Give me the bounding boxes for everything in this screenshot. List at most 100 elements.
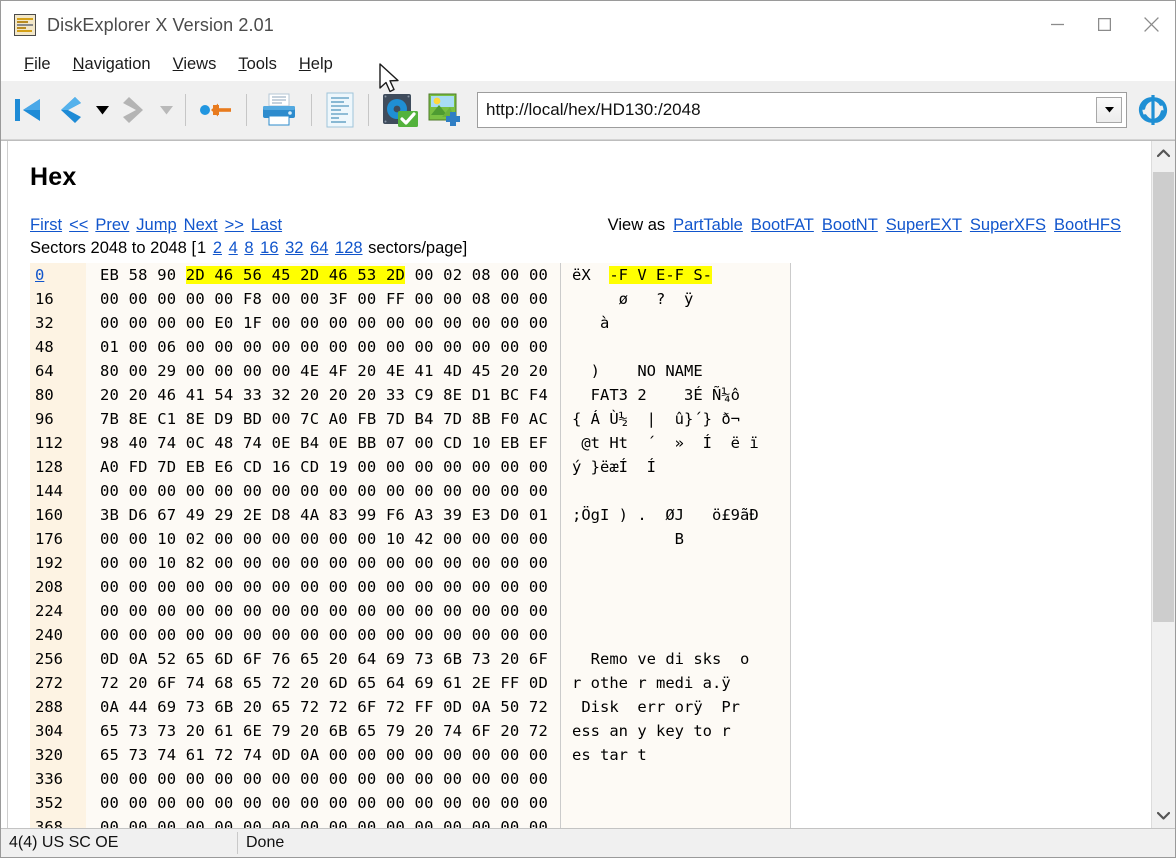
toolbar-separator bbox=[185, 94, 186, 126]
view-as-boothfs[interactable]: BootHFS bbox=[1054, 216, 1121, 235]
scroll-up-arrow-icon[interactable] bbox=[1152, 141, 1175, 166]
sectors-option-8[interactable]: 8 bbox=[244, 239, 253, 257]
menu-tools[interactable]: Tools bbox=[227, 53, 288, 77]
offset-cell: 96 bbox=[35, 407, 86, 431]
hex-row: 0D 0A 52 65 6D 6F 76 65 20 64 69 73 6B 7… bbox=[100, 647, 548, 671]
view-as-superxfs[interactable]: SuperXFS bbox=[970, 216, 1046, 235]
minimize-button[interactable] bbox=[1034, 1, 1081, 48]
sectors-range-label: Sectors 2048 to 2048 [ bbox=[30, 239, 196, 257]
offset-cell: 272 bbox=[35, 671, 86, 695]
nav-link-prev[interactable]: Prev bbox=[95, 216, 129, 235]
sectors-option-32[interactable]: 32 bbox=[285, 239, 303, 257]
nav-link-prev-page[interactable]: << bbox=[69, 216, 88, 235]
scroll-track[interactable] bbox=[1152, 166, 1175, 803]
offset-cell: 256 bbox=[35, 647, 86, 671]
first-button[interactable] bbox=[7, 87, 49, 133]
hex-row: 00 00 00 00 00 00 00 00 00 00 00 00 00 0… bbox=[100, 623, 548, 647]
toolbar-separator bbox=[311, 94, 312, 126]
content-left-border bbox=[1, 141, 8, 828]
status-left: 4(4) US SC OE bbox=[1, 832, 238, 854]
hex-page: Hex First << Prev Jump Next >> Last View… bbox=[8, 141, 1151, 828]
offset-cell: 16 bbox=[35, 287, 86, 311]
back-button[interactable] bbox=[49, 87, 91, 133]
sectors-option-4[interactable]: 4 bbox=[229, 239, 238, 257]
view-as-bootnt[interactable]: BootNT bbox=[822, 216, 878, 235]
scroll-thumb[interactable] bbox=[1153, 172, 1174, 622]
add-image-button[interactable] bbox=[423, 87, 469, 133]
sectors-option-128[interactable]: 128 bbox=[335, 239, 363, 257]
menu-file[interactable]: File bbox=[13, 53, 62, 77]
offset-cell: 240 bbox=[35, 623, 86, 647]
address-input[interactable] bbox=[478, 94, 1096, 126]
ascii-row: ) NO NAME bbox=[572, 359, 780, 383]
vertical-scrollbar[interactable] bbox=[1151, 141, 1175, 828]
view-as-superext[interactable]: SuperEXT bbox=[886, 216, 962, 235]
sectors-option-16[interactable]: 16 bbox=[260, 239, 278, 257]
scroll-down-arrow-icon[interactable] bbox=[1152, 803, 1175, 828]
offset-cell: 48 bbox=[35, 335, 86, 359]
hex-row: 98 40 74 0C 48 74 0E B4 0E BB 07 00 CD 1… bbox=[100, 431, 548, 455]
sectors-suffix-label: sectors/page] bbox=[364, 239, 468, 257]
nav-link-first[interactable]: First bbox=[30, 216, 62, 235]
offset-cell: 288 bbox=[35, 695, 86, 719]
nav-link-last[interactable]: Last bbox=[251, 216, 282, 235]
ascii-column: ëX -F V E-F S- ø ? ÿ à ) NO NAME FAT3 2 … bbox=[561, 263, 791, 828]
close-button[interactable] bbox=[1128, 1, 1175, 48]
offset-cell: 128 bbox=[35, 455, 86, 479]
hex-row: 00 00 00 00 00 00 00 00 00 00 00 00 00 0… bbox=[100, 599, 548, 623]
ascii-row bbox=[572, 335, 780, 359]
offset-cell: 224 bbox=[35, 599, 86, 623]
goto-button[interactable] bbox=[194, 87, 238, 133]
ascii-row: Remo ve di sks o bbox=[572, 647, 780, 671]
address-box[interactable] bbox=[477, 92, 1127, 128]
hex-row: 65 73 74 61 72 74 0D 0A 00 00 00 00 00 0… bbox=[100, 743, 548, 767]
forward-button bbox=[113, 87, 155, 133]
ascii-row: ;ÖgI ) . ØJ ö£9ãÐ bbox=[572, 503, 780, 527]
nav-link-next[interactable]: Next bbox=[184, 216, 218, 235]
ascii-row: ý }ëæÍ Í bbox=[572, 455, 780, 479]
menu-navigation[interactable]: Navigation bbox=[62, 53, 162, 77]
hex-row: 20 20 46 41 54 33 32 20 20 20 33 C9 8E D… bbox=[100, 383, 548, 407]
nav-link-next-page[interactable]: >> bbox=[225, 216, 244, 235]
view-as-bootfat[interactable]: BootFAT bbox=[751, 216, 814, 235]
ascii-row bbox=[572, 599, 780, 623]
offset-cell: 64 bbox=[35, 359, 86, 383]
verify-disk-button[interactable] bbox=[377, 87, 423, 133]
offset-cell[interactable]: 0 bbox=[35, 263, 86, 287]
toolbar bbox=[1, 81, 1175, 140]
ascii-row: Disk err orÿ Pr bbox=[572, 695, 780, 719]
offset-cell: 304 bbox=[35, 719, 86, 743]
refresh-button[interactable] bbox=[1131, 87, 1175, 133]
sectors-option-1[interactable]: 1 bbox=[197, 239, 206, 257]
ascii-row bbox=[572, 623, 780, 647]
ascii-row: ø ? ÿ bbox=[572, 287, 780, 311]
offset-cell: 32 bbox=[35, 311, 86, 335]
address-dropdown-button[interactable] bbox=[1096, 97, 1122, 123]
properties-button[interactable] bbox=[320, 87, 360, 133]
menu-help[interactable]: Help bbox=[288, 53, 344, 77]
hex-row: 00 00 00 00 E0 1F 00 00 00 00 00 00 00 0… bbox=[100, 311, 548, 335]
maximize-button[interactable] bbox=[1081, 1, 1128, 48]
hex-row: A0 FD 7D EB E6 CD 16 CD 19 00 00 00 00 0… bbox=[100, 455, 548, 479]
ascii-row: ëX -F V E-F S- bbox=[572, 263, 780, 287]
back-dropdown[interactable] bbox=[91, 87, 113, 133]
ascii-row: à bbox=[572, 311, 780, 335]
offset-link[interactable]: 0 bbox=[35, 266, 44, 284]
hex-row: 00 00 10 82 00 00 00 00 00 00 00 00 00 0… bbox=[100, 551, 548, 575]
offset-cell: 320 bbox=[35, 743, 86, 767]
offset-cell: 144 bbox=[35, 479, 86, 503]
menu-views[interactable]: Views bbox=[162, 53, 228, 77]
hex-row: 01 00 06 00 00 00 00 00 00 00 00 00 00 0… bbox=[100, 335, 548, 359]
ascii-row: @t Ht ´ » Í ë ï bbox=[572, 431, 780, 455]
hex-row: 72 20 6F 74 68 65 72 20 6D 65 64 69 61 2… bbox=[100, 671, 548, 695]
ascii-row bbox=[572, 815, 780, 828]
offset-cell: 368 bbox=[35, 815, 86, 828]
offset-cell: 208 bbox=[35, 575, 86, 599]
ascii-text: ëX bbox=[572, 266, 609, 284]
print-button[interactable] bbox=[255, 87, 303, 133]
sectors-option-2[interactable]: 2 bbox=[213, 239, 222, 257]
offset-cell: 176 bbox=[35, 527, 86, 551]
view-as-parttable[interactable]: PartTable bbox=[673, 216, 743, 235]
sectors-option-64[interactable]: 64 bbox=[310, 239, 328, 257]
nav-link-jump[interactable]: Jump bbox=[136, 216, 176, 235]
